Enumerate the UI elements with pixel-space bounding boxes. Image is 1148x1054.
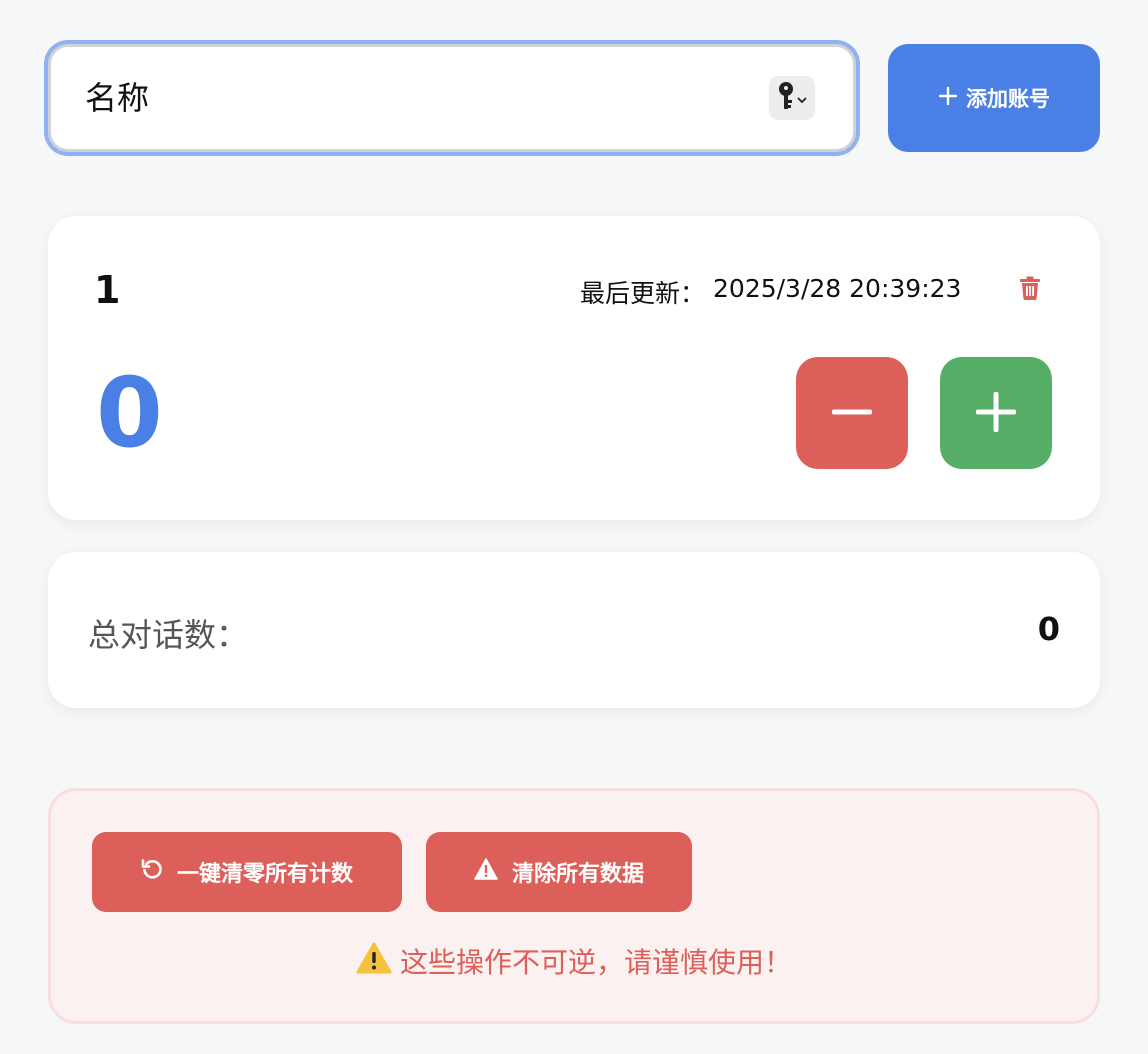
clear-all-data-button[interactable]: 清除所有数据 [426, 832, 692, 912]
delete-account-button[interactable] [1016, 276, 1044, 304]
increment-button[interactable] [940, 357, 1052, 469]
account-name: 1 [94, 268, 121, 312]
plus-icon [938, 86, 958, 111]
danger-zone: 一键清零所有计数 清除所有数据 这些操作不可逆，请谨慎使用！ [48, 788, 1100, 1024]
chevron-down-icon [797, 89, 807, 108]
last-updated-value: 2025/3/28 20:39:23 [713, 274, 962, 303]
account-name-input[interactable] [51, 47, 769, 149]
irreversible-warning: 这些操作不可逆，请谨慎使用！ [51, 941, 1097, 981]
plus-icon [975, 391, 1017, 435]
warning-text: 这些操作不可逆，请谨慎使用！ [399, 946, 792, 979]
total-card: 总对话数： 0 [48, 552, 1100, 708]
trash-icon [1020, 276, 1040, 304]
account-count: 0 [96, 357, 163, 469]
last-updated: 最后更新： 2025/3/28 20:39:23 [580, 274, 961, 310]
add-account-label: 添加账号 [966, 87, 1050, 111]
key-icon [777, 81, 795, 115]
account-card: 1 最后更新： 2025/3/28 20:39:23 0 [48, 216, 1100, 520]
decrement-button[interactable] [796, 357, 908, 469]
minus-icon [831, 392, 873, 435]
last-updated-label: 最后更新： [580, 279, 706, 308]
reset-all-counts-button[interactable]: 一键清零所有计数 [92, 832, 402, 912]
account-name-field [48, 44, 856, 152]
total-value: 0 [1037, 610, 1060, 648]
add-account-button[interactable]: 添加账号 [888, 44, 1100, 152]
top-bar: 添加账号 [48, 44, 1100, 152]
total-label: 总对话数： [88, 616, 249, 654]
clear-all-data-label: 清除所有数据 [511, 862, 644, 887]
warning-icon [474, 858, 498, 886]
warning-emoji-icon [356, 942, 392, 981]
password-manager-button[interactable] [769, 76, 815, 120]
undo-icon [141, 858, 163, 886]
reset-all-counts-label: 一键清零所有计数 [176, 862, 353, 887]
